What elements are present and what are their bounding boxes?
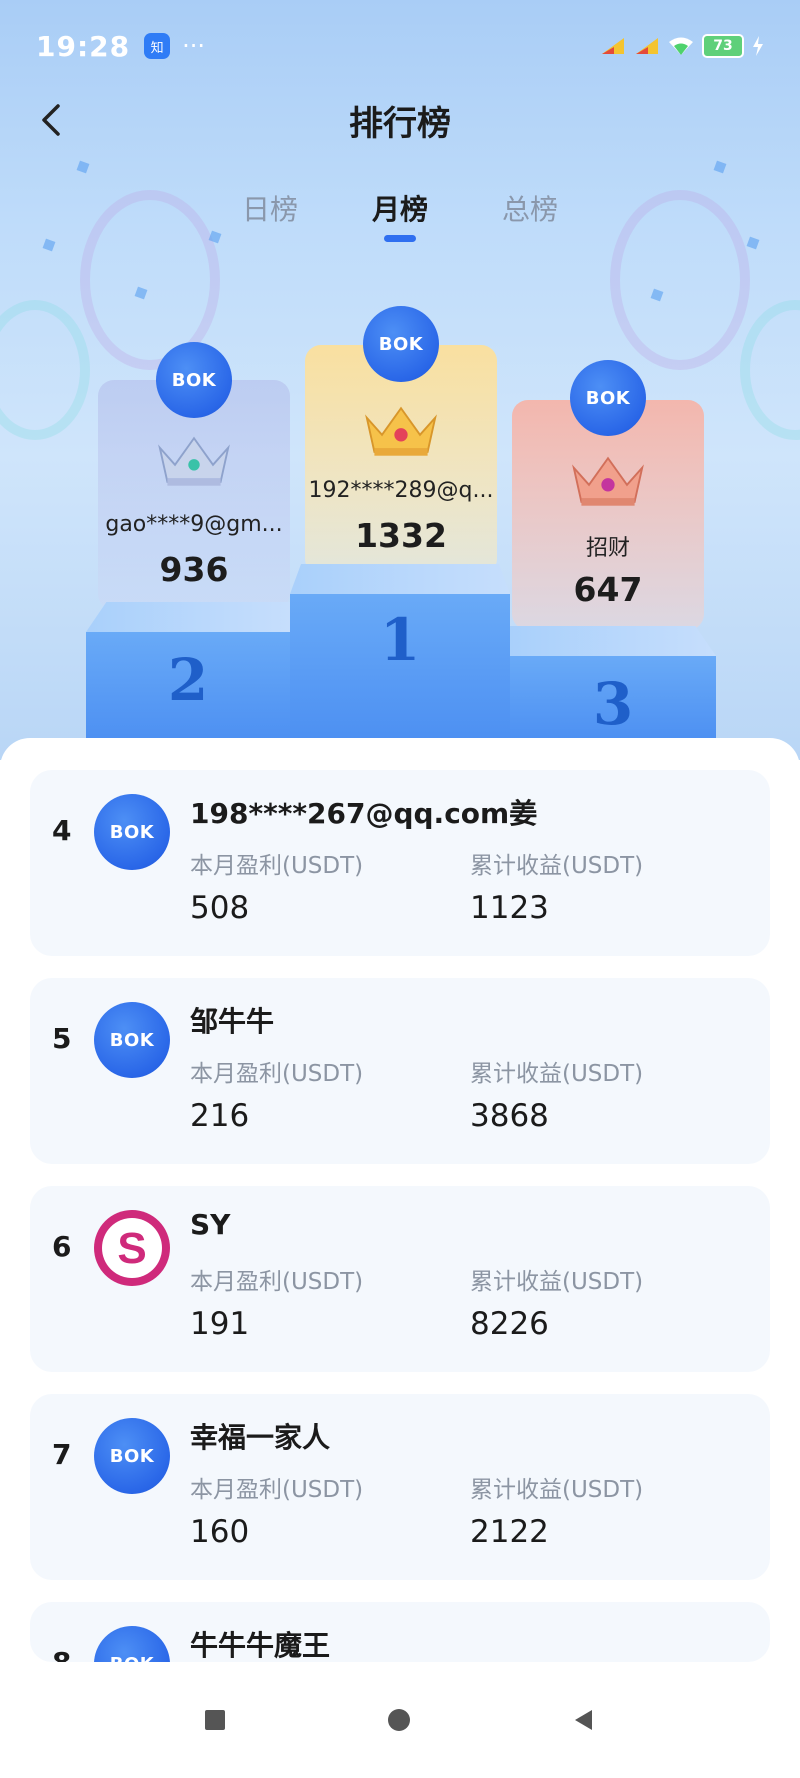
wifi-icon xyxy=(669,37,693,55)
rank-number: 8 xyxy=(52,1646,71,1662)
podium-name-second: gao****9@gm... xyxy=(105,512,283,537)
monthly-profit-value: 191 xyxy=(190,1306,250,1342)
monthly-profit-value: 508 xyxy=(190,890,250,926)
rank-number: 4 xyxy=(52,814,72,847)
monthly-profit-label: 本月盈利(USDT) xyxy=(190,1269,364,1295)
list-item[interactable]: 7 BOK 幸福一家人 本月盈利(USDT) 累计收益(USDT) 160 21… xyxy=(30,1394,770,1580)
total-earnings-value: 2122 xyxy=(470,1514,549,1550)
cell-signal-icon xyxy=(602,38,624,54)
user-avatar[interactable]: BOK xyxy=(94,794,170,870)
podium-block-top-first xyxy=(290,564,510,594)
cell-signal-icon xyxy=(636,38,658,54)
podium-name-third: 招财 xyxy=(585,536,630,561)
tab-monthly[interactable]: 月榜 xyxy=(372,188,428,242)
user-avatar[interactable]: BOK xyxy=(94,1626,170,1662)
user-name: 198****267@qq.com姜 xyxy=(190,797,538,830)
monthly-profit-label: 本月盈利(USDT) xyxy=(190,1061,364,1087)
home-icon[interactable] xyxy=(386,1707,412,1733)
rank-number: 6 xyxy=(52,1230,72,1263)
total-earnings-value: 8226 xyxy=(470,1306,549,1342)
podium-block-top-third xyxy=(510,626,716,656)
podium-avatar-first[interactable]: BOK xyxy=(363,306,439,382)
total-earnings-label: 累计收益(USDT) xyxy=(470,853,644,879)
podium-value-third: 647 xyxy=(573,570,643,609)
page-title: 排行榜 xyxy=(349,103,451,144)
rank-number: 5 xyxy=(52,1022,72,1055)
back-arrow-icon[interactable] xyxy=(34,102,70,138)
recent-apps-icon[interactable] xyxy=(204,1709,226,1731)
system-nav-bar xyxy=(0,1662,800,1778)
total-earnings-label: 累计收益(USDT) xyxy=(470,1061,644,1087)
silver-crown-icon xyxy=(158,436,230,486)
podium-avatar-second[interactable]: BOK xyxy=(156,342,232,418)
ribbon-decoration xyxy=(740,300,800,440)
user-avatar[interactable]: BOK xyxy=(94,1418,170,1494)
tab-daily[interactable]: 日榜 xyxy=(242,188,298,242)
charging-icon xyxy=(753,36,763,56)
list-item[interactable]: 4 BOK 198****267@qq.com姜 本月盈利(USDT) 累计收益… xyxy=(30,770,770,956)
total-earnings-value: 1123 xyxy=(470,890,549,926)
list-item[interactable]: 6 S SY 本月盈利(USDT) 累计收益(USDT) 191 8226 xyxy=(30,1186,770,1372)
podium-avatar-third[interactable]: BOK xyxy=(570,360,646,436)
podium-rank-third: 3 xyxy=(592,670,634,738)
status-time: 19:28 xyxy=(36,29,131,63)
user-name: 牛牛牛魔王 xyxy=(190,1629,331,1662)
total-earnings-label: 累计收益(USDT) xyxy=(470,1269,644,1295)
user-name: 幸福一家人 xyxy=(190,1421,331,1454)
user-avatar[interactable]: S xyxy=(94,1210,170,1286)
period-tabs: 日榜 月榜 总榜 xyxy=(0,188,800,242)
monthly-profit-value: 216 xyxy=(190,1098,250,1134)
monthly-profit-label: 本月盈利(USDT) xyxy=(190,853,364,879)
bronze-crown-icon xyxy=(572,456,644,506)
confetti-decoration xyxy=(713,160,727,174)
svg-text:S: S xyxy=(117,1224,146,1273)
ribbon-decoration xyxy=(0,300,90,440)
podium-rank-first: 1 xyxy=(379,606,421,674)
battery-indicator: 73 xyxy=(702,34,744,58)
total-earnings-value: 3868 xyxy=(470,1098,549,1134)
tab-overall[interactable]: 总榜 xyxy=(502,188,558,242)
list-item[interactable]: 5 BOK 邹牛牛 本月盈利(USDT) 累计收益(USDT) 216 3868 xyxy=(30,978,770,1164)
user-name: SY xyxy=(190,1208,231,1241)
podium-name-first: 192****289@q... xyxy=(308,478,494,503)
rank-number: 7 xyxy=(52,1438,72,1471)
status-bar: 19:28 知 ··· 73 xyxy=(36,20,764,72)
monthly-profit-label: 本月盈利(USDT) xyxy=(190,1477,364,1503)
confetti-decoration xyxy=(76,160,90,174)
user-name: 邹牛牛 xyxy=(190,1005,275,1038)
user-avatar[interactable]: BOK xyxy=(94,1002,170,1078)
podium-value-first: 1332 xyxy=(355,516,447,555)
gold-crown-icon xyxy=(365,406,437,456)
more-notifications-icon: ··· xyxy=(182,32,206,60)
total-earnings-label: 累计收益(USDT) xyxy=(470,1477,644,1503)
podium-value-second: 936 xyxy=(159,550,229,589)
s-logo-icon: S xyxy=(102,1218,162,1278)
podium-rank-second: 2 xyxy=(167,646,209,714)
back-nav-icon[interactable] xyxy=(572,1708,596,1732)
list-item[interactable]: 8 BOK 牛牛牛魔王 xyxy=(30,1602,770,1662)
monthly-profit-value: 160 xyxy=(190,1514,250,1550)
notification-app-icon: 知 xyxy=(144,33,171,59)
nav-bar: 排行榜 xyxy=(0,88,800,152)
podium-block-top-second xyxy=(86,602,290,632)
ranking-list: 4 BOK 198****267@qq.com姜 本月盈利(USDT) 累计收益… xyxy=(0,738,800,1778)
